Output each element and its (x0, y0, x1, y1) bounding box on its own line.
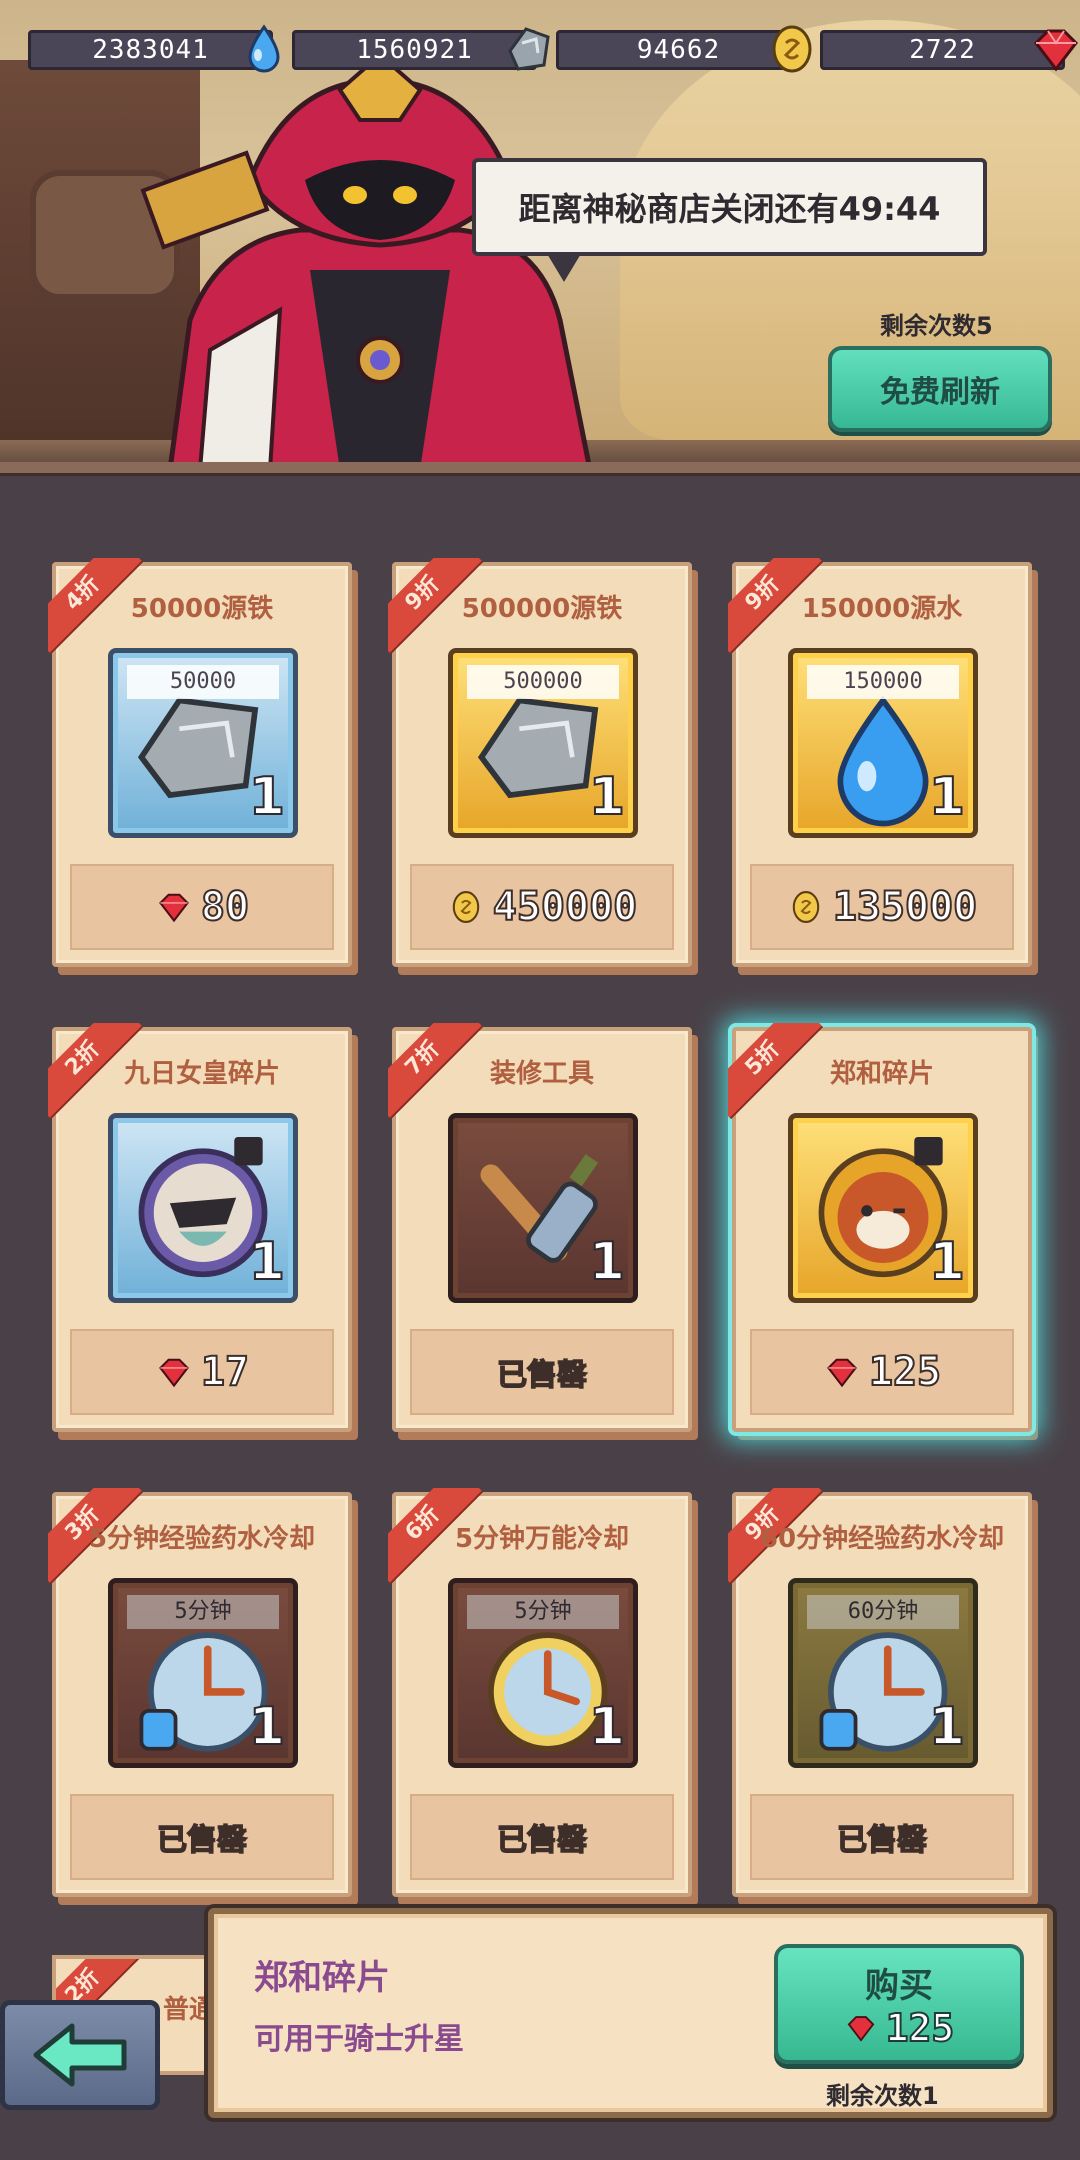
price-bar: 已售罄 (410, 1329, 674, 1415)
header-divider (0, 462, 1080, 476)
price-bar: 已售罄 (750, 1794, 1014, 1880)
item-title: 装修工具 (489, 1059, 594, 1089)
shop-item-card[interactable]: 9折 500000源铁 500000 1 450000 (388, 558, 692, 967)
free-refresh-label: 免费刷新 (880, 375, 1000, 410)
item-quantity: 1 (248, 1696, 286, 1758)
detail-item-description: 可用于骑士升星 (254, 2022, 464, 2057)
currency-iron-value: 1560921 (356, 35, 473, 65)
shop-item-card[interactable]: 6折 5分钟万能冷却 5分钟 1 已售罄 (388, 1488, 692, 1897)
back-button[interactable] (0, 2000, 160, 2110)
item-title: 九日女皇碎片 (123, 1059, 280, 1089)
red-gem-icon (158, 893, 189, 923)
item-icon-box: 1 (108, 1113, 298, 1303)
shop-item-card[interactable]: 4折 50000源铁 50000 1 80 (48, 558, 352, 967)
item-icon-box: 60分钟 1 (788, 1578, 978, 1768)
item-icon-box: 500000 1 (448, 648, 638, 838)
item-amount-label: 50000 (127, 665, 279, 699)
item-detail-panel: 郑和碎片 可用于骑士升星 购买 125 剩余次数1 (208, 1908, 1053, 2118)
currency-gem-value: 2722 (909, 35, 976, 65)
item-icon-box: 1 (448, 1113, 638, 1303)
item-quantity: 1 (248, 766, 286, 828)
price-bar: 450000 (410, 864, 674, 950)
currency-gold-value: 94662 (636, 35, 721, 65)
item-icon-box: 5分钟 1 (448, 1578, 638, 1768)
price-bar: 已售罄 (410, 1794, 674, 1880)
shop-header-scene: 2383041 1560921 94662 2722 距离神秘商店关闭还有49:… (0, 0, 1080, 470)
buy-button[interactable]: 购买 125 (774, 1944, 1024, 2064)
price-bar: 135000 (750, 864, 1014, 950)
item-title: 500000源铁 (461, 594, 623, 624)
shop-item-card[interactable]: 9折 60分钟经验药水冷却 60分钟 1 已售罄 (728, 1488, 1032, 1897)
item-quantity: 1 (588, 766, 626, 828)
shop-item-card[interactable]: 9折 150000源水 150000 1 135000 (728, 558, 1032, 967)
item-amount-label: 5分钟 (127, 1595, 279, 1629)
shop-item-card[interactable]: 3折 5分钟经验药水冷却 5分钟 1 已售罄 (48, 1488, 352, 1897)
sold-out-label: 已售罄 (496, 1822, 588, 1859)
buy-remaining: 剩余次数1 (826, 2082, 939, 2110)
item-icon-box: 5分钟 1 (108, 1578, 298, 1768)
buy-label: 购买 (865, 1966, 933, 2006)
item-quantity: 1 (248, 1231, 286, 1293)
item-title: 郑和碎片 (829, 1059, 934, 1089)
shop-item-card[interactable]: 7折 装修工具 1 已售罄 (388, 1023, 692, 1432)
item-quantity: 1 (928, 1231, 966, 1293)
item-title: 50000源铁 (130, 594, 274, 624)
currency-water-value: 2383041 (92, 35, 209, 65)
shop-timer-text: 距离神秘商店关闭还有49:44 (518, 190, 941, 228)
item-amount-label: 5分钟 (467, 1595, 619, 1629)
shop-timer-bubble: 距离神秘商店关闭还有49:44 (472, 158, 987, 282)
gold-coin-icon (452, 891, 479, 923)
gold-coin-icon (792, 891, 819, 923)
red-gem-icon (1034, 29, 1078, 72)
detail-item-name: 郑和碎片 (254, 1958, 390, 1998)
item-price: 135000 (832, 883, 978, 931)
item-title: 5分钟万能冷却 (454, 1524, 630, 1554)
item-icon-box: 150000 1 (788, 648, 978, 838)
item-amount-label: 60分钟 (807, 1595, 959, 1629)
item-price: 17 (200, 1348, 250, 1396)
price-bar: 已售罄 (70, 1794, 334, 1880)
item-quantity: 1 (588, 1231, 626, 1293)
currency-gem: 2722 (820, 29, 1078, 72)
water-drop-icon (248, 24, 280, 73)
item-quantity: 1 (588, 1696, 626, 1758)
sold-out-label: 已售罄 (836, 1822, 928, 1859)
item-price: 125 (868, 1348, 942, 1396)
shop-item-card[interactable]: 2折 九日女皇碎片 1 17 (48, 1023, 352, 1432)
item-title: 150000源水 (801, 594, 963, 624)
refresh-remaining: 剩余次数5 (880, 312, 993, 340)
red-gem-icon (826, 1358, 857, 1388)
item-amount-label: 500000 (467, 665, 619, 699)
price-bar: 80 (70, 864, 334, 950)
red-gem-icon (847, 2016, 875, 2042)
sold-out-label: 已售罄 (496, 1357, 588, 1394)
currency-gold: 94662 (556, 25, 812, 73)
price-bar: 17 (70, 1329, 334, 1415)
shop-item-card[interactable]: 5折 郑和碎片 1 125 (728, 1023, 1032, 1432)
sold-out-label: 已售罄 (156, 1822, 248, 1859)
free-refresh-button[interactable]: 免费刷新 (828, 346, 1052, 432)
item-amount-label: 150000 (807, 665, 959, 699)
item-title: 5分钟经验药水冷却 (88, 1524, 316, 1554)
item-icon-box: 50000 1 (108, 648, 298, 838)
item-title: 60分钟经验药水冷却 (759, 1524, 1005, 1554)
item-icon-box: 1 (788, 1113, 978, 1303)
item-price: 450000 (492, 883, 638, 931)
item-quantity: 1 (928, 1696, 966, 1758)
buy-price-value: 125 (885, 2005, 956, 2051)
item-quantity: 1 (928, 766, 966, 828)
currency-water: 2383041 (28, 24, 280, 73)
buy-price: 125 (778, 2005, 1020, 2051)
red-gem-icon (158, 1358, 189, 1388)
item-price: 80 (200, 883, 250, 931)
iron-ore-icon (508, 27, 550, 71)
arrow-left-icon (33, 2023, 127, 2087)
currency-iron: 1560921 (292, 27, 550, 71)
gold-coin-icon (772, 25, 812, 73)
price-bar: 125 (750, 1329, 1014, 1415)
